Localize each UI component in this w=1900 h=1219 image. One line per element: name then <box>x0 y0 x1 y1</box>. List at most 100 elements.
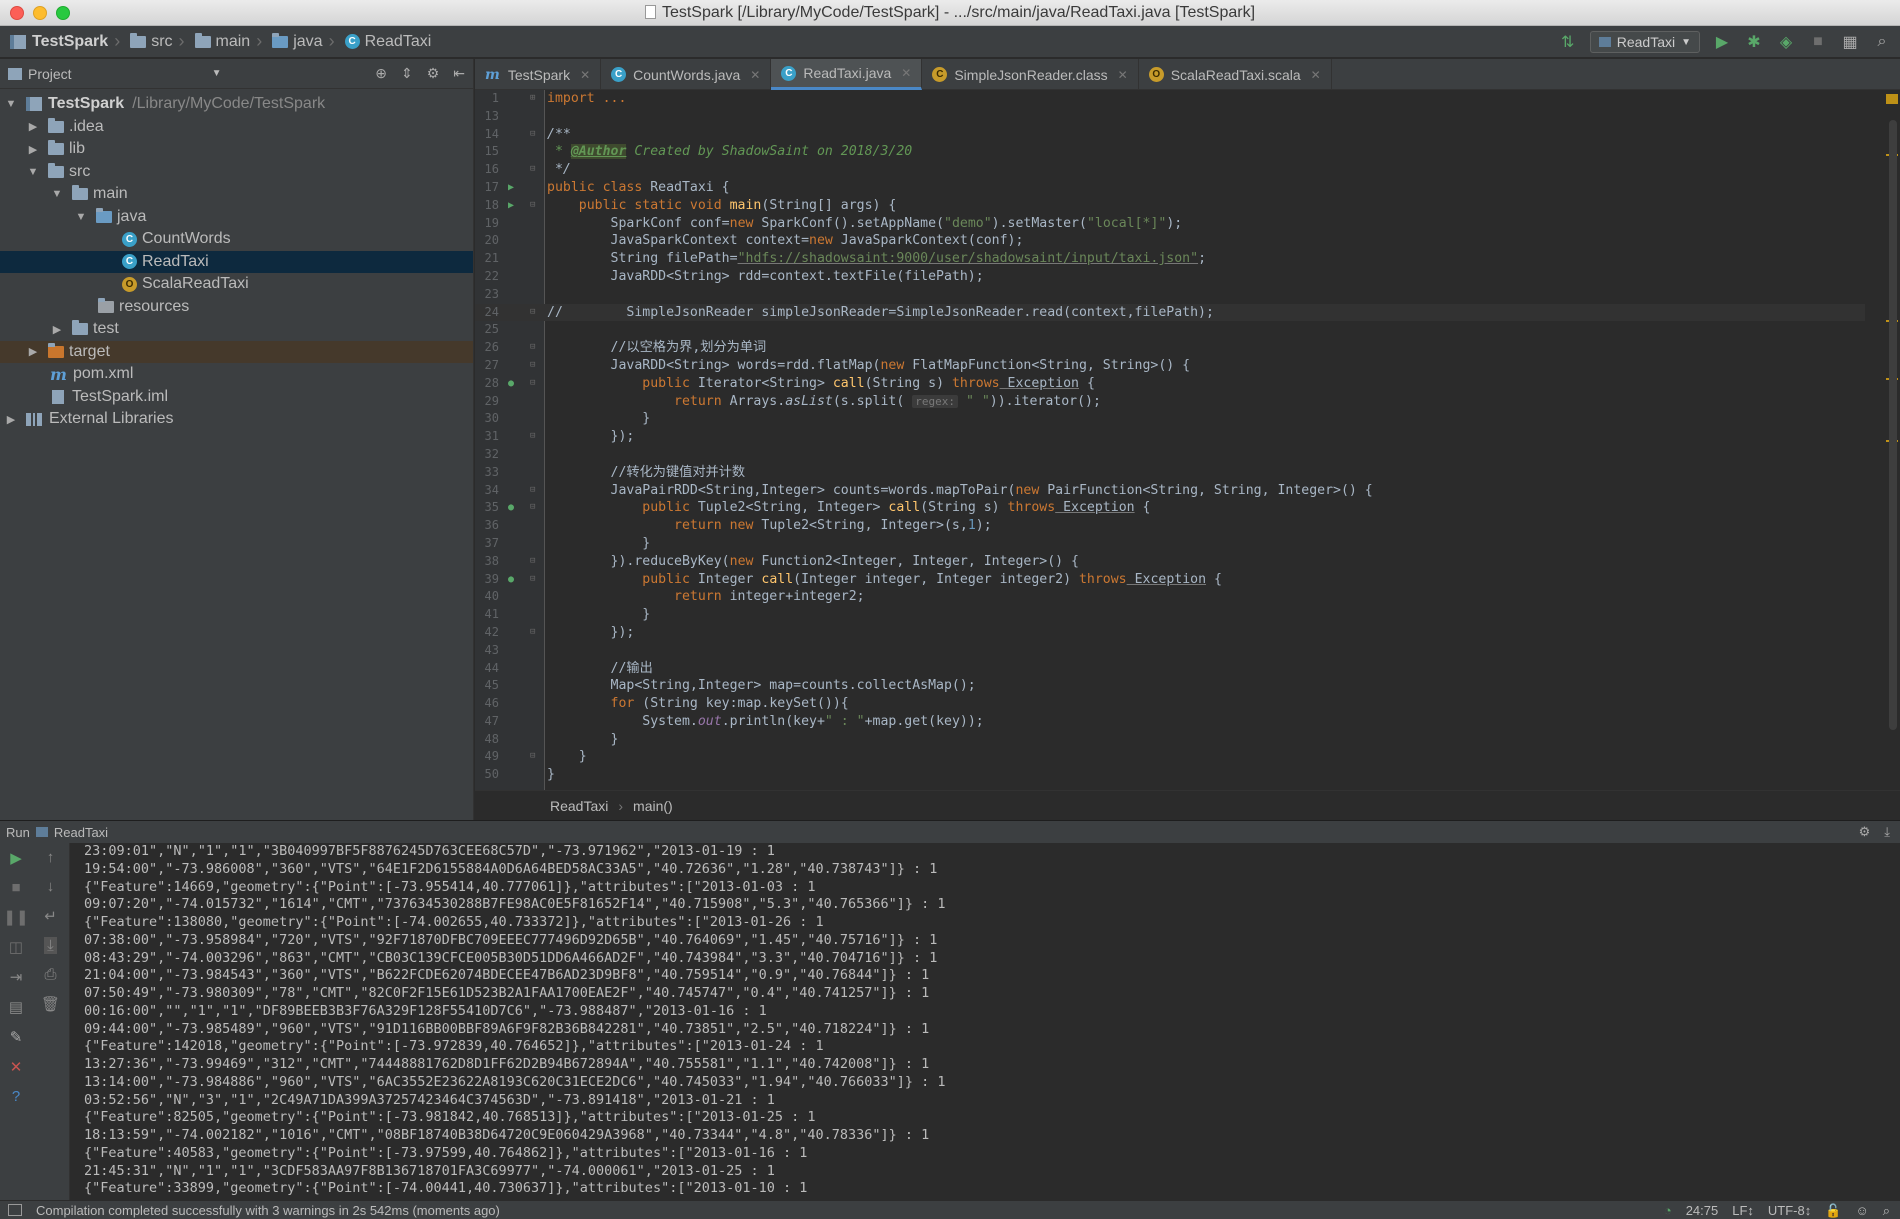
override-gutter-icon[interactable]: ● <box>505 375 517 393</box>
expand-arrow-icon[interactable]: ▼ <box>26 166 40 178</box>
run-configuration-select[interactable]: ReadTaxi ▼ <box>1589 31 1700 53</box>
warning-icon[interactable] <box>1886 94 1898 104</box>
tree-node-idea[interactable]: ▶ .idea <box>0 116 473 139</box>
tab-simplejsonreader[interactable]: C SimpleJsonReader.class ✕ <box>922 59 1139 90</box>
tree-node-iml[interactable]: TestSpark.iml <box>0 386 473 409</box>
file-encoding[interactable]: UTF-8↕ <box>1768 1203 1811 1218</box>
event-log-icon[interactable]: ◔ <box>1664 1203 1672 1218</box>
search-icon[interactable]: ⌕ <box>1883 1203 1890 1219</box>
lock-icon[interactable]: 🔓 <box>1825 1203 1841 1219</box>
maximize-window-button[interactable] <box>56 6 70 20</box>
chevron-down-icon: ▼ <box>1681 36 1691 48</box>
override-gutter-icon[interactable]: ● <box>505 499 517 517</box>
status-message[interactable]: Compilation completed successfully with … <box>36 1203 500 1218</box>
expand-arrow-icon[interactable]: ▼ <box>4 98 18 110</box>
search-icon[interactable]: ⌕ <box>1872 32 1892 52</box>
help-icon[interactable]: ? <box>12 1088 20 1105</box>
pause-button[interactable]: ❚❚ <box>3 908 28 926</box>
tab-countwords[interactable]: C CountWords.java ✕ <box>601 59 772 90</box>
tool-windows-icon[interactable] <box>8 1204 22 1216</box>
print-icon[interactable]: ⎙ <box>44 966 56 983</box>
pin-icon[interactable]: ✎ <box>10 1028 23 1046</box>
build-icon[interactable]: ⇅ <box>1558 32 1578 52</box>
dump-threads-icon[interactable]: ◫ <box>9 938 23 956</box>
code-line: 43 <box>484 642 499 657</box>
exit-icon[interactable]: ⇥ <box>10 968 23 986</box>
line-separator[interactable]: LF↕ <box>1732 1203 1754 1218</box>
tree-node-testspark[interactable]: ▼ TestSpark/Library/MyCode/TestSpark <box>0 93 473 116</box>
run-gutter-icon[interactable]: ▶ <box>505 179 517 197</box>
config-icon <box>35 827 48 837</box>
soft-wrap-icon[interactable]: ↵ <box>44 907 57 925</box>
run-gutter-icon[interactable]: ▶ <box>505 197 517 215</box>
breadcrumb-src[interactable]: src › <box>130 31 190 52</box>
minimize-window-button[interactable] <box>33 6 47 20</box>
breadcrumb-readtaxi[interactable]: C ReadTaxi <box>344 33 431 51</box>
arrow-up-icon[interactable]: ↑ <box>47 849 55 866</box>
override-gutter-icon[interactable]: ● <box>505 571 517 589</box>
expand-arrow-icon[interactable]: ▶ <box>4 413 18 426</box>
expand-arrow-icon[interactable]: ▶ <box>50 323 64 336</box>
tree-node-main[interactable]: ▼ main <box>0 183 473 206</box>
tree-node-external-libraries[interactable]: ▶ External Libraries <box>0 408 473 431</box>
stop-button[interactable]: ■ <box>1808 32 1828 52</box>
breadcrumb-project[interactable]: TestSpark › <box>10 31 126 52</box>
console-output[interactable]: 23:09:01","N","1","1","3B040997BF5F88762… <box>84 843 1894 1201</box>
gear-icon[interactable]: ⚙ <box>427 65 440 82</box>
collapse-all-icon[interactable]: ⇕ <box>401 65 413 82</box>
crumb-method[interactable]: main() <box>633 798 673 814</box>
expand-arrow-icon[interactable]: ▼ <box>50 188 64 200</box>
close-tab-icon[interactable]: ✕ <box>1311 68 1321 82</box>
run-button[interactable]: ▶ <box>1712 32 1732 52</box>
tree-node-resources[interactable]: resources <box>0 296 473 319</box>
tree-node-src[interactable]: ▼ src <box>0 161 473 184</box>
close-run-icon[interactable]: ✕ <box>10 1058 23 1076</box>
expand-arrow-icon[interactable]: ▶ <box>26 143 40 156</box>
vertical-scrollbar[interactable] <box>1889 120 1897 730</box>
tab-readtaxi[interactable]: C ReadTaxi.java ✕ <box>771 59 923 90</box>
close-tab-icon[interactable]: ✕ <box>1118 68 1128 82</box>
locate-icon[interactable]: ⊕ <box>375 65 387 82</box>
scroll-to-end-icon[interactable]: ⤓ <box>44 937 57 954</box>
close-window-button[interactable] <box>10 6 24 20</box>
stop-button[interactable]: ■ <box>11 879 20 896</box>
tab-testspark[interactable]: m TestSpark ✕ <box>475 59 602 90</box>
tree-node-target[interactable]: ▶ target <box>0 340 473 363</box>
clear-all-icon[interactable]: 🗑 <box>41 995 60 1013</box>
hide-panel-icon[interactable]: ⤓ <box>1884 824 1890 840</box>
coverage-button[interactable]: ◈ <box>1776 32 1796 52</box>
caret-position[interactable]: 24:75 <box>1686 1203 1719 1218</box>
code-editor[interactable]: 1 ⊞ import ... 13 14 ⊟/** 15 * @Author Crea… <box>475 90 1900 790</box>
close-tab-icon[interactable]: ✕ <box>750 68 760 82</box>
layout-icon[interactable]: ▤ <box>9 998 23 1016</box>
rerun-button[interactable]: ▶ <box>10 849 22 867</box>
project-structure-icon[interactable]: ▦ <box>1840 32 1860 52</box>
tree-node-java[interactable]: ▼ java <box>0 206 473 229</box>
close-tab-icon[interactable]: ✕ <box>901 66 911 80</box>
tree-node-pom[interactable]: m pom.xml <box>0 363 473 386</box>
chevron-down-icon[interactable]: ▼ <box>212 68 222 79</box>
gear-icon[interactable]: ⚙ <box>1859 824 1871 840</box>
inspector-icon[interactable]: ☺ <box>1855 1203 1868 1218</box>
tree-node-readtaxi[interactable]: C ReadTaxi <box>0 250 473 273</box>
expand-arrow-icon[interactable]: ▶ <box>26 120 40 133</box>
tree-node-scalareadtaxi[interactable]: O ScalaReadTaxi <box>0 273 473 296</box>
breadcrumb-java[interactable]: java › <box>272 31 340 52</box>
breadcrumb-main[interactable]: main › <box>194 31 269 52</box>
close-tab-icon[interactable]: ✕ <box>580 68 590 82</box>
tree-node-countwords[interactable]: C CountWords <box>0 228 473 251</box>
tree-node-lib[interactable]: ▶ lib <box>0 138 473 161</box>
hide-icon[interactable]: ⇤ <box>453 65 465 82</box>
arrow-down-icon[interactable]: ↓ <box>47 878 55 895</box>
expand-arrow-icon[interactable]: ▶ <box>26 345 40 358</box>
debug-button[interactable]: ✱ <box>1744 32 1764 52</box>
crumb-class[interactable]: ReadTaxi <box>550 798 608 814</box>
run-tab[interactable]: ReadTaxi <box>54 825 108 840</box>
code-line: 26 ⊟ //以空格为界,划分为单词 <box>484 340 767 356</box>
expand-arrow-icon[interactable]: ▼ <box>74 211 88 223</box>
tree-node-test[interactable]: ▶ test <box>0 318 473 341</box>
editor-tabs: m TestSpark ✕ C CountWords.java ✕ C ReadTaxi.… <box>475 59 1900 90</box>
project-view-selector[interactable]: Project <box>28 66 72 82</box>
tab-scalareadtaxi[interactable]: O ScalaReadTaxi.scala ✕ <box>1139 59 1332 90</box>
error-stripe[interactable] <box>1884 90 1900 790</box>
